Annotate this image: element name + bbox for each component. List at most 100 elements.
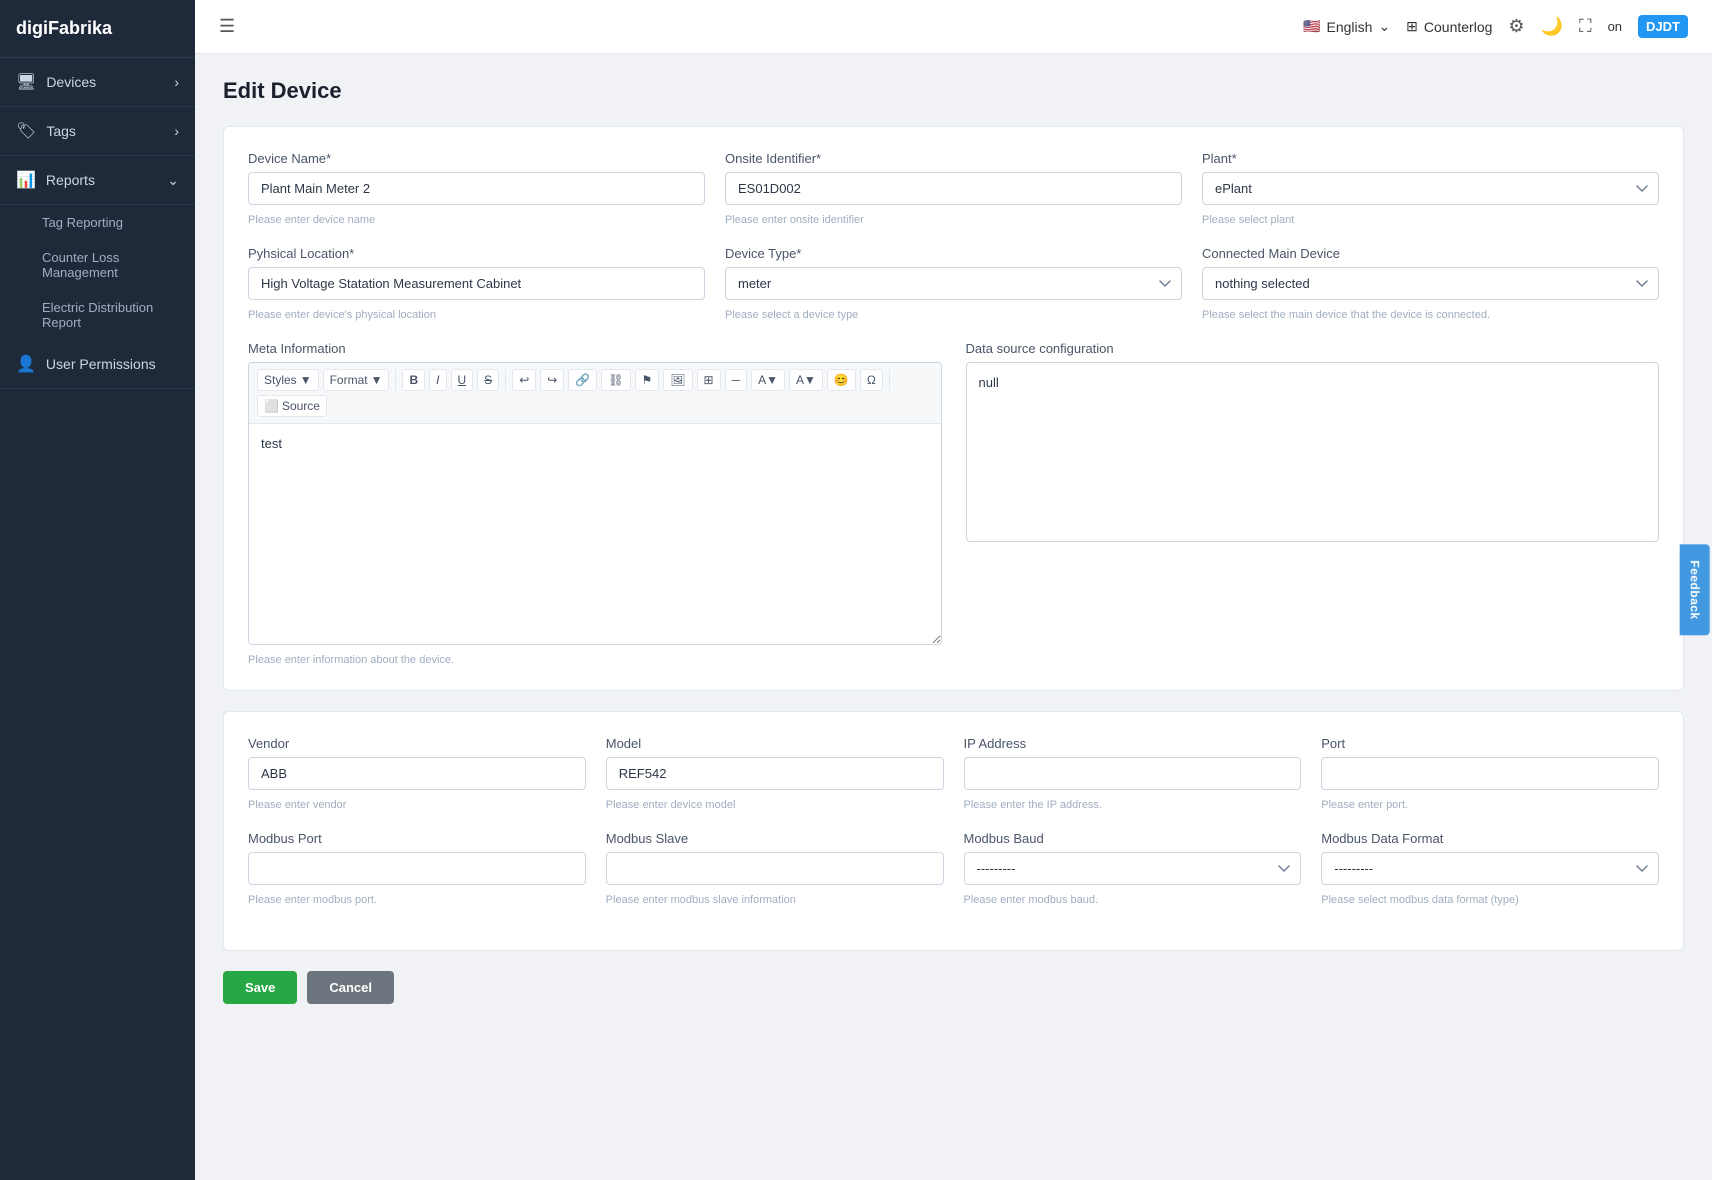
- physical-location-input[interactable]: [248, 267, 705, 300]
- reports-icon: 📊: [16, 170, 36, 190]
- plant-select[interactable]: ePlant: [1202, 172, 1659, 205]
- rte-emoji-btn[interactable]: 😊: [827, 369, 856, 391]
- rte-bg-color-btn[interactable]: A▼: [789, 369, 823, 391]
- rte-format-dropdown[interactable]: Format ▼: [323, 369, 390, 391]
- source-icon: ⬜: [264, 399, 279, 413]
- rte-bold-btn[interactable]: B: [402, 369, 425, 391]
- device-name-input[interactable]: [248, 172, 705, 205]
- devices-chevron-icon: ›: [174, 74, 179, 90]
- sidebar-sub-tag-reporting[interactable]: Tag Reporting: [0, 205, 195, 240]
- rte-italic-btn[interactable]: I: [429, 369, 446, 391]
- rte-source-btn[interactable]: ⬜ Source: [257, 395, 327, 417]
- flag-icon: 🇺🇸: [1303, 18, 1320, 35]
- vendor-modbus-card: Vendor Please enter vendor Model Please …: [223, 711, 1684, 951]
- app-logo: digiFabrika: [0, 0, 195, 58]
- rte-toolbar: Styles ▼ Format ▼ B I U S: [249, 363, 941, 424]
- rte-redo-btn[interactable]: ↪: [540, 369, 564, 391]
- meta-info-group: Meta Information Styles ▼ Format ▼: [248, 341, 942, 666]
- rte-unlink-btn[interactable]: ⛓: [601, 369, 630, 391]
- model-group: Model Please enter device model: [606, 736, 944, 811]
- rte-divider-1: [395, 370, 396, 390]
- modbus-port-group: Modbus Port Please enter modbus port.: [248, 831, 586, 906]
- model-label: Model: [606, 736, 944, 751]
- data-source-box[interactable]: null: [966, 362, 1660, 542]
- sidebar-tags-label: Tags: [46, 123, 76, 139]
- ip-address-label: IP Address: [964, 736, 1302, 751]
- modbus-data-format-label: Modbus Data Format: [1321, 831, 1659, 846]
- sidebar-sub-electric-dist[interactable]: Electric Distribution Report: [0, 290, 195, 340]
- sidebar-item-tags[interactable]: 🏷 Tags ›: [0, 107, 195, 156]
- rte-hr-btn[interactable]: ─: [725, 369, 748, 391]
- modbus-port-label: Modbus Port: [248, 831, 586, 846]
- language-selector[interactable]: 🇺🇸 English ⌄: [1303, 18, 1390, 35]
- sidebar-item-devices[interactable]: 🖥 Devices ›: [0, 58, 195, 107]
- device-type-select[interactable]: meter: [725, 267, 1182, 300]
- modbus-slave-group: Modbus Slave Please enter modbus slave i…: [606, 831, 944, 906]
- rte-special-char-btn[interactable]: Ω: [860, 369, 883, 391]
- rte-container: Styles ▼ Format ▼ B I U S: [248, 362, 942, 645]
- meta-info-label: Meta Information: [248, 341, 942, 356]
- model-hint: Please enter device model: [606, 799, 944, 811]
- device-name-group: Device Name* Please enter device name: [248, 151, 705, 226]
- cancel-button[interactable]: Cancel: [307, 971, 394, 1004]
- vendor-label: Vendor: [248, 736, 586, 751]
- onsite-id-input[interactable]: [725, 172, 1182, 205]
- on-label: on: [1608, 19, 1622, 34]
- modbus-port-input[interactable]: [248, 852, 586, 885]
- rte-image-btn[interactable]: 🖼: [663, 369, 692, 391]
- save-button[interactable]: Save: [223, 971, 297, 1004]
- port-input[interactable]: [1321, 757, 1659, 790]
- sidebar-item-reports[interactable]: 📊 Reports ⌄: [0, 156, 195, 205]
- meta-data-section: Meta Information Styles ▼ Format ▼: [248, 341, 1659, 666]
- sidebar-devices-label: Devices: [46, 74, 96, 90]
- counterlog-button[interactable]: ⊞ Counterlog: [1406, 18, 1492, 35]
- modbus-baud-hint: Please enter modbus baud.: [964, 894, 1302, 906]
- format-chevron-icon: ▼: [371, 373, 383, 387]
- settings-icon[interactable]: ⚙: [1508, 16, 1524, 37]
- rte-table-btn[interactable]: ⊞: [697, 369, 721, 391]
- rte-body[interactable]: test: [249, 424, 941, 644]
- vendor-group: Vendor Please enter vendor: [248, 736, 586, 811]
- physical-location-label: Pyhsical Location*: [248, 246, 705, 261]
- modbus-slave-hint: Please enter modbus slave information: [606, 894, 944, 906]
- ip-address-group: IP Address Please enter the IP address.: [964, 736, 1302, 811]
- plant-group: Plant* ePlant Please select plant: [1202, 151, 1659, 226]
- port-label: Port: [1321, 736, 1659, 751]
- counterlog-label: Counterlog: [1424, 19, 1493, 35]
- rte-strikethrough-btn[interactable]: S: [477, 369, 499, 391]
- device-type-hint: Please select a device type: [725, 309, 1182, 321]
- modbus-baud-group: Modbus Baud --------- Please enter modbu…: [964, 831, 1302, 906]
- tags-chevron-icon: ›: [174, 123, 179, 139]
- port-hint: Please enter port.: [1321, 799, 1659, 811]
- counterlog-grid-icon: ⊞: [1406, 18, 1418, 35]
- sidebar: digiFabrika 🖥 Devices › 🏷 Tags › 📊 Repor…: [0, 0, 195, 1180]
- rte-link-btn[interactable]: 🔗: [568, 369, 597, 391]
- rte-flag-btn[interactable]: ⚑: [635, 369, 660, 391]
- feedback-button[interactable]: Feedback: [1679, 544, 1709, 635]
- modbus-slave-input[interactable]: [606, 852, 944, 885]
- port-group: Port Please enter port.: [1321, 736, 1659, 811]
- devices-icon: 🖥: [16, 72, 36, 92]
- sidebar-reports-label: Reports: [46, 172, 95, 188]
- sidebar-sub-counter-loss[interactable]: Counter Loss Management: [0, 240, 195, 290]
- rte-text-color-btn[interactable]: A▼: [751, 369, 785, 391]
- vendor-input[interactable]: [248, 757, 586, 790]
- onsite-id-group: Onsite Identifier* Please enter onsite i…: [725, 151, 1182, 226]
- ip-address-input[interactable]: [964, 757, 1302, 790]
- modbus-data-format-select[interactable]: ---------: [1321, 852, 1659, 885]
- moon-icon[interactable]: 🌙: [1541, 16, 1563, 37]
- modbus-port-hint: Please enter modbus port.: [248, 894, 586, 906]
- device-name-hint: Please enter device name: [248, 214, 705, 226]
- modbus-baud-select[interactable]: ---------: [964, 852, 1302, 885]
- rte-undo-btn[interactable]: ↩: [512, 369, 536, 391]
- sidebar-item-user-permissions[interactable]: 👤 User Permissions: [0, 340, 195, 389]
- menu-icon[interactable]: ☰: [219, 16, 235, 37]
- sidebar-user-permissions-label: User Permissions: [46, 356, 156, 372]
- page-title: Edit Device: [223, 78, 1684, 104]
- fullscreen-icon[interactable]: ⛶: [1579, 16, 1592, 37]
- form-row-vendor: Vendor Please enter vendor Model Please …: [248, 736, 1659, 811]
- model-input[interactable]: [606, 757, 944, 790]
- rte-underline-btn[interactable]: U: [451, 369, 474, 391]
- rte-styles-dropdown[interactable]: Styles ▼: [257, 369, 319, 391]
- connected-main-device-select[interactable]: nothing selected: [1202, 267, 1659, 300]
